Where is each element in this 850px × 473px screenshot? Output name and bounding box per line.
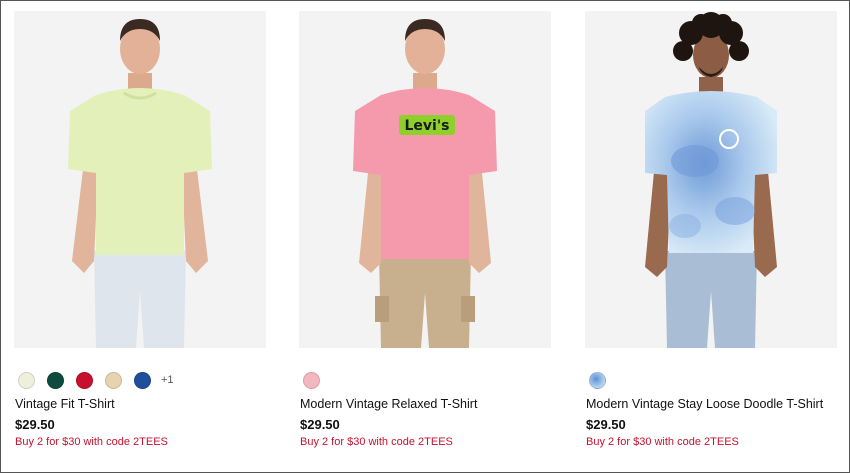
product-price: $29.50 bbox=[15, 417, 55, 432]
promo-text: Buy 2 for $30 with code 2TEES bbox=[300, 436, 453, 448]
color-swatch[interactable] bbox=[18, 371, 35, 389]
product-price: $29.50 bbox=[586, 417, 626, 432]
color-swatches bbox=[589, 370, 616, 390]
logo-text: Levi's bbox=[405, 118, 450, 134]
color-swatches: +1 bbox=[18, 370, 174, 390]
model-photo bbox=[14, 11, 266, 348]
color-swatch[interactable] bbox=[589, 371, 606, 389]
model-photo: Levi's bbox=[299, 11, 551, 348]
product-price: $29.50 bbox=[300, 417, 340, 432]
color-swatch[interactable] bbox=[303, 371, 320, 389]
product-image[interactable] bbox=[14, 11, 266, 348]
product-image[interactable]: Levi's bbox=[299, 11, 551, 348]
promo-text: Buy 2 for $30 with code 2TEES bbox=[586, 436, 739, 448]
product-grid: +1 Vintage Fit T-Shirt $29.50 Buy 2 for … bbox=[0, 0, 850, 473]
product-name[interactable]: Vintage Fit T-Shirt bbox=[15, 397, 115, 411]
color-swatch[interactable] bbox=[105, 371, 122, 389]
color-swatch[interactable] bbox=[47, 371, 64, 389]
product-name[interactable]: Modern Vintage Stay Loose Doodle T-Shirt bbox=[586, 397, 823, 411]
product-card[interactable]: Modern Vintage Stay Loose Doodle T-Shirt… bbox=[585, 11, 837, 448]
product-name[interactable]: Modern Vintage Relaxed T-Shirt bbox=[300, 397, 477, 411]
color-swatch[interactable] bbox=[76, 371, 93, 389]
color-swatch[interactable] bbox=[134, 371, 151, 389]
model-photo bbox=[585, 11, 837, 348]
promo-text: Buy 2 for $30 with code 2TEES bbox=[15, 436, 168, 448]
product-card[interactable]: +1 Vintage Fit T-Shirt $29.50 Buy 2 for … bbox=[14, 11, 266, 448]
color-swatches bbox=[303, 370, 330, 390]
product-image[interactable] bbox=[585, 11, 837, 348]
levis-logo: Levi's bbox=[399, 115, 455, 135]
more-colors-link[interactable]: +1 bbox=[161, 374, 174, 386]
product-card[interactable]: Levi's Modern Vintage Relaxed T-Shirt $2… bbox=[299, 11, 551, 448]
